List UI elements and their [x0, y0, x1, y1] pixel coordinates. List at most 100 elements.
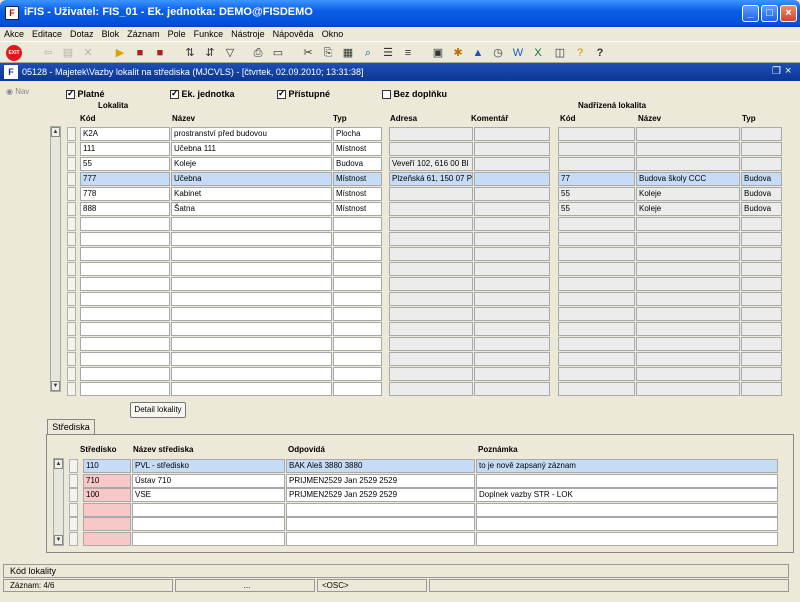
sort-desc-icon[interactable]: ⇵ [202, 45, 218, 61]
cell-adresa[interactable] [389, 322, 473, 336]
cell-kod[interactable]: 778 [80, 187, 170, 201]
cell-n-typ[interactable] [741, 127, 782, 141]
cell-nazev[interactable] [132, 531, 285, 546]
cell-kod[interactable] [80, 382, 170, 396]
cell-n-nazev[interactable] [636, 367, 740, 381]
cell-typ[interactable] [333, 367, 382, 381]
scroll-down-icon[interactable]: ▼ [51, 381, 60, 391]
row-marker[interactable] [69, 488, 78, 502]
paste-icon[interactable]: ▦ [340, 45, 356, 61]
cell-komentar[interactable] [474, 307, 550, 321]
menu-funkce[interactable]: Funkce [190, 27, 228, 41]
cell-kod[interactable] [80, 322, 170, 336]
cell-typ[interactable] [333, 232, 382, 246]
cell-nazev[interactable] [171, 337, 332, 351]
nav-button[interactable]: ◉ Nav [6, 87, 39, 100]
cell-typ[interactable] [333, 337, 382, 351]
cell-nazev[interactable]: PVL - středisko [132, 459, 285, 473]
scroll-up-icon[interactable]: ▲ [54, 459, 63, 469]
row-marker[interactable] [67, 157, 76, 171]
cell-kod[interactable]: K2A [80, 127, 170, 141]
row-marker[interactable] [69, 517, 78, 531]
save-icon[interactable]: ⇦ [40, 45, 56, 61]
cell-n-typ[interactable]: Budova [741, 172, 782, 186]
cell-typ[interactable] [333, 307, 382, 321]
row-marker[interactable] [67, 292, 76, 306]
cell-nazev[interactable]: Kabinet [171, 187, 332, 201]
row-marker[interactable] [67, 202, 76, 216]
cell-nazev[interactable] [171, 247, 332, 261]
checkbox-icon[interactable] [382, 90, 391, 100]
cell-typ[interactable] [333, 262, 382, 276]
query-icon[interactable]: ▶ [112, 45, 128, 61]
help-icon[interactable]: ? [592, 45, 608, 61]
cell-n-typ[interactable] [741, 232, 782, 246]
exit-button[interactable]: EXIT [6, 45, 22, 61]
checkbox-icon[interactable] [277, 88, 286, 100]
menu-blok[interactable]: Blok [98, 27, 124, 41]
cell-typ[interactable]: Plocha [333, 127, 382, 141]
cell-kod[interactable] [80, 337, 170, 351]
cell-n-typ[interactable] [741, 307, 782, 321]
cell-n-typ[interactable] [741, 142, 782, 156]
cell-stredisko[interactable] [83, 517, 131, 531]
cell-poznamka[interactable] [476, 517, 778, 531]
filter-platne[interactable]: Platné [66, 88, 105, 100]
checkbox-icon[interactable] [66, 88, 75, 100]
cell-n-typ[interactable] [741, 262, 782, 276]
cell-nazev[interactable] [171, 307, 332, 321]
cell-n-typ[interactable] [741, 277, 782, 291]
row-marker[interactable] [69, 531, 78, 546]
cell-n-typ[interactable]: Budova [741, 202, 782, 216]
cell-adresa[interactable] [389, 307, 473, 321]
cell-poznamka[interactable] [476, 531, 778, 546]
cell-nazev[interactable]: Ústav 710 [132, 473, 285, 488]
word-icon[interactable]: W [510, 45, 526, 61]
cell-adresa[interactable] [389, 292, 473, 306]
cell-odpovida[interactable] [286, 531, 475, 546]
filter-bez-doplnku[interactable]: Bez doplňku [382, 89, 447, 100]
row-marker[interactable] [67, 187, 76, 201]
cell-n-typ[interactable] [741, 352, 782, 366]
filter-ek-jednotka[interactable]: Ek. jednotka [170, 88, 235, 100]
cell-komentar[interactable] [474, 217, 550, 231]
cell-n-typ[interactable] [741, 382, 782, 396]
cell-kod[interactable] [80, 307, 170, 321]
cell-typ[interactable] [333, 247, 382, 261]
calendar-icon[interactable]: ▣ [430, 45, 446, 61]
row-marker[interactable] [67, 127, 76, 141]
cell-kod[interactable] [80, 367, 170, 381]
cell-typ[interactable]: Místnost [333, 202, 382, 216]
cell-typ[interactable] [333, 217, 382, 231]
cell-n-kod[interactable] [558, 382, 635, 396]
cell-komentar[interactable] [474, 277, 550, 291]
cell-kod[interactable]: 888 [80, 202, 170, 216]
cell-n-kod[interactable] [558, 352, 635, 366]
cell-stredisko[interactable]: 710 [83, 473, 131, 488]
cell-poznamka[interactable]: Doplnek vazby STR - LOK [476, 488, 778, 502]
cell-n-kod[interactable] [558, 337, 635, 351]
cell-typ[interactable] [333, 277, 382, 291]
cell-komentar[interactable] [474, 337, 550, 351]
cell-n-nazev[interactable] [636, 277, 740, 291]
excel-icon[interactable]: X [530, 45, 546, 61]
cell-nazev[interactable] [132, 517, 285, 531]
cell-stredisko[interactable] [83, 531, 131, 546]
cell-typ[interactable]: Místnost [333, 187, 382, 201]
cell-komentar[interactable] [474, 262, 550, 276]
help-context-icon[interactable]: ? [572, 45, 588, 61]
cell-n-typ[interactable] [741, 292, 782, 306]
cell-n-nazev[interactable] [636, 262, 740, 276]
cell-adresa[interactable] [389, 262, 473, 276]
cell-adresa[interactable] [389, 277, 473, 291]
close-button[interactable]: × [780, 5, 797, 22]
cell-nazev[interactable]: Koleje [171, 157, 332, 171]
cell-kod[interactable]: 777 [80, 172, 170, 186]
cell-n-kod[interactable]: 55 [558, 187, 635, 201]
cell-adresa[interactable] [389, 382, 473, 396]
cell-nazev[interactable] [132, 502, 285, 517]
cell-n-nazev[interactable] [636, 322, 740, 336]
cell-komentar[interactable] [474, 292, 550, 306]
cell-n-nazev[interactable] [636, 292, 740, 306]
minimize-button[interactable]: _ [742, 5, 759, 22]
